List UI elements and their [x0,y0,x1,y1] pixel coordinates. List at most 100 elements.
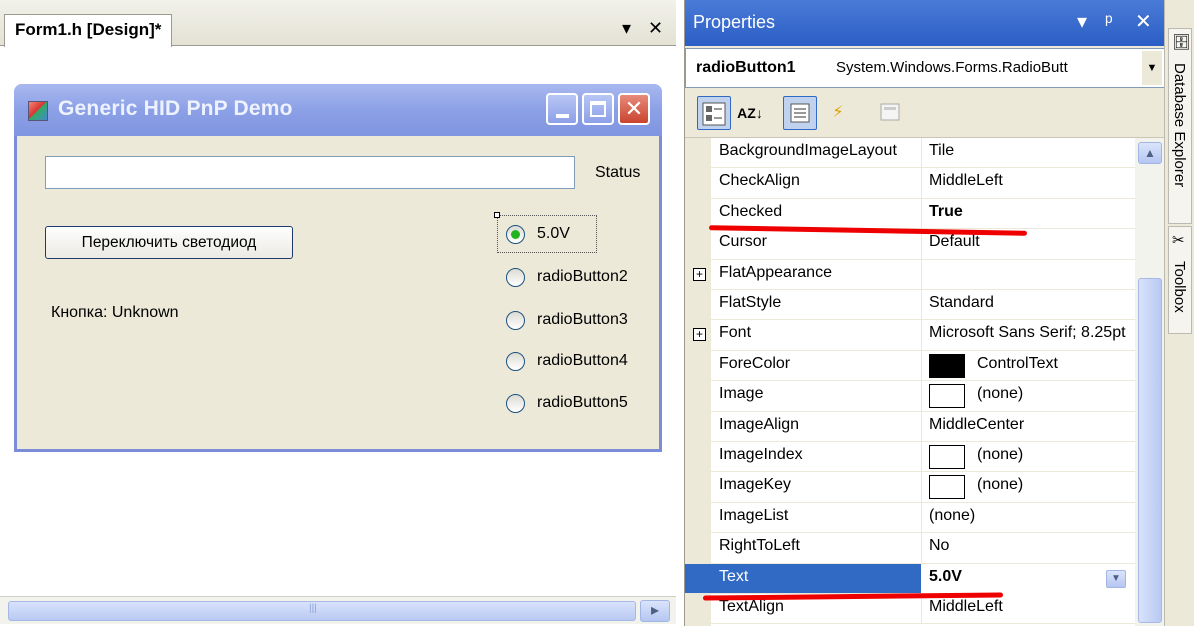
property-row[interactable]: ImageIndex (none) [685,442,1135,473]
property-row[interactable]: RightToLeft No [685,533,1135,564]
property-name: ImageList [719,506,789,524]
image-preview [929,475,965,500]
divider [921,472,922,503]
property-row[interactable]: + Font Microsoft Sans Serif; 8.25pt [685,320,1135,351]
property-name: CheckAlign [719,172,800,190]
side-dock-strip: 🗄 Database Explorer ✂ Toolbox [1164,0,1194,626]
minimize-button[interactable] [546,93,578,125]
close-tab-icon[interactable]: ✕ [648,16,663,40]
object-selector[interactable]: radioButton1 System.Windows.Forms.RadioB… [685,48,1165,88]
divider [921,168,922,199]
property-name: Font [719,324,752,342]
property-row[interactable]: FlatStyle Standard [685,290,1135,321]
radio-unchecked-icon [506,352,525,371]
scrollbar-thumb[interactable] [1138,278,1162,623]
side-tab-label: Toolbox [1171,261,1188,313]
property-value[interactable]: (none) [929,507,1133,525]
form-window[interactable]: Generic HID PnP Demo ✕ Status Переключит… [14,84,662,452]
property-row[interactable]: ImageList (none) [685,502,1135,534]
property-value[interactable]: Tile [929,142,1133,160]
radio-unchecked-icon [506,394,525,413]
radio-unchecked-icon [506,268,525,287]
property-value[interactable]: (none) [977,446,1023,464]
maximize-button[interactable] [582,93,614,125]
scrollbar-thumb[interactable]: ||| [8,601,636,621]
value-editor[interactable]: 5.0V ▼ [922,563,1135,594]
property-row[interactable]: + FlatAppearance [685,259,1135,290]
property-value[interactable]: Standard [929,294,1133,312]
property-name: RightToLeft [719,537,800,555]
form-title: Generic HID PnP Demo [58,97,293,120]
form-title-bar[interactable]: Generic HID PnP Demo ✕ [14,84,662,136]
toggle-led-button[interactable]: Переключить светодиод [45,226,293,259]
property-row[interactable]: ImageAlign MiddleCenter [685,411,1135,442]
divider [921,502,922,533]
property-row[interactable]: CheckAlign MiddleLeft [685,168,1135,199]
properties-panel: Properties ▾ ᵖ ✕ radioButton1 System.Win… [684,0,1165,626]
property-row[interactable]: ImageKey (none) [685,472,1135,503]
property-row[interactable]: ForeColor ControlText [685,350,1135,382]
radio-checked-icon [506,225,525,244]
property-value[interactable]: MiddleCenter [929,416,1133,434]
property-pages-button[interactable] [873,96,907,130]
property-value[interactable]: ControlText [977,355,1058,373]
designer-horizontal-scrollbar[interactable]: ||| ▸ [0,596,676,624]
close-icon: ✕ [624,96,644,121]
window-position-dropdown-icon[interactable]: ▾ [1077,10,1087,34]
selection-handle[interactable] [494,212,500,218]
property-value[interactable]: True [929,203,1133,221]
expand-icon[interactable]: + [693,267,706,281]
radio-label: radioButton2 [537,268,628,285]
property-row[interactable]: BackgroundImageLayout Tile [685,138,1135,169]
close-icon[interactable]: ✕ [1135,10,1152,34]
property-value[interactable]: MiddleLeft [929,172,1133,190]
property-name: TextAlign [719,598,784,615]
property-value[interactable]: (none) [977,476,1023,494]
radio-label: 5.0V [537,225,570,242]
properties-vertical-scrollbar[interactable]: ▲ [1135,138,1165,626]
divider [921,350,922,381]
tab-list-dropdown-icon[interactable]: ▾ [622,16,631,40]
close-button[interactable]: ✕ [618,93,650,125]
property-value[interactable]: 5.0V [929,568,1133,586]
tab-form1-design[interactable]: Form1.h [Design]* [4,14,173,47]
chevron-down-icon[interactable]: ▼ [1142,51,1162,85]
database-icon: 🗄 [1172,34,1192,51]
property-value[interactable]: (none) [977,385,1023,403]
designer-pane: Form1.h [Design]* ▾ ✕ Generic HID PnP De… [0,0,676,626]
property-name: ImageAlign [719,415,800,433]
properties-title: Properties [693,12,776,32]
property-value[interactable]: No [929,537,1133,555]
property-row[interactable]: Image (none) [685,381,1135,412]
status-label: Status [595,164,641,181]
property-value[interactable]: MiddleLeft [929,598,1133,616]
alphabetical-button[interactable]: AZ↓ [733,96,767,130]
database-explorer-tab[interactable]: 🗄 Database Explorer [1168,28,1192,224]
app-icon [28,101,48,121]
properties-title-bar[interactable]: Properties ▾ ᵖ ✕ [685,0,1165,46]
property-name: Cursor [719,233,768,251]
toolbox-tab[interactable]: ✂ Toolbox [1168,226,1192,334]
scroll-right-button[interactable]: ▸ [640,600,670,622]
radio-label: radioButton4 [537,352,628,369]
property-value[interactable]: Default [929,233,1133,251]
property-value[interactable]: Microsoft Sans Serif; 8.25pt [929,324,1133,342]
categorized-button[interactable] [697,96,731,130]
pin-icon[interactable]: ᵖ [1105,10,1113,34]
side-tab-label: Database Explorer [1171,63,1188,188]
button-state-label: Кнопка: Unknown [51,304,179,321]
radio-label: radioButton5 [537,394,628,411]
events-button[interactable]: ⚡ [821,96,855,130]
status-input[interactable] [45,156,575,189]
properties-button[interactable] [783,96,817,130]
scroll-up-button[interactable]: ▲ [1138,142,1162,164]
expand-icon[interactable]: + [693,328,706,342]
property-row-selected[interactable]: Text 5.0V ▼ [685,563,1135,594]
maximize-icon [590,101,606,117]
property-pages-icon [880,103,900,121]
property-row[interactable]: Checked True [685,198,1135,230]
chevron-down-icon[interactable]: ▼ [1106,569,1126,588]
property-name: BackgroundImageLayout [719,142,897,159]
divider [921,411,922,442]
divider [921,259,922,290]
